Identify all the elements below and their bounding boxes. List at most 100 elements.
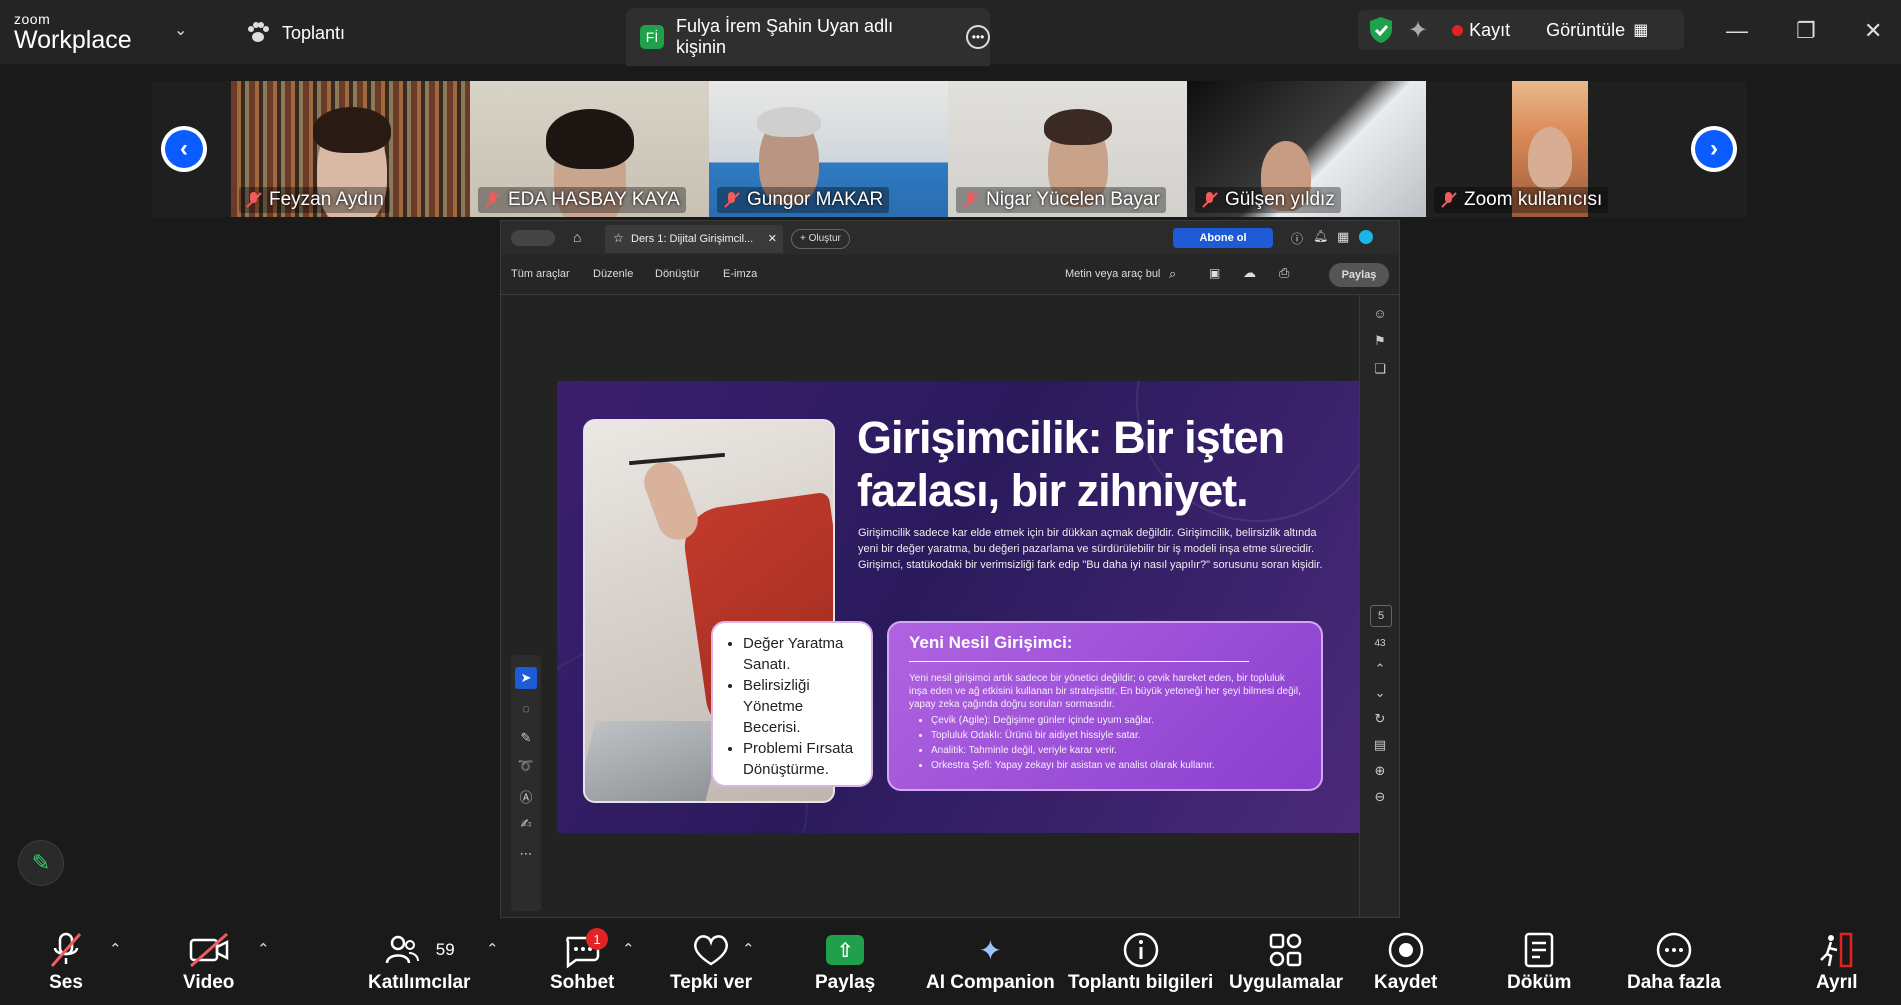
- document-tab[interactable]: ☆ Ders 1: Dijital Girişimcil... ✕: [605, 225, 783, 253]
- participants-options-caret[interactable]: ⌃: [486, 940, 499, 958]
- page-down-icon[interactable]: ⌄: [1370, 683, 1390, 703]
- help-icon[interactable]: ⓘ: [1291, 230, 1303, 247]
- acrobat-tabbar: ⌂ ☆ Ders 1: Dijital Girişimcil... ✕ + Ol…: [501, 221, 1399, 255]
- more-options-icon[interactable]: •••: [966, 25, 990, 49]
- transcript-button[interactable]: Döküm: [1507, 930, 1571, 994]
- page-total: 43: [1374, 637, 1386, 649]
- leave-icon: [1817, 930, 1857, 970]
- chat-unread-badge: 1: [586, 928, 608, 950]
- zoom-out-icon[interactable]: ⊖: [1370, 787, 1390, 807]
- select-cursor-icon[interactable]: ➤: [515, 667, 537, 689]
- document-tab-title: Ders 1: Dijital Girişimcil...: [631, 233, 754, 245]
- share-screen-icon: ⇧: [826, 935, 865, 965]
- tool-convert[interactable]: Dönüştür: [655, 268, 700, 280]
- comments-panel-icon[interactable]: ☺: [1370, 303, 1390, 323]
- pages-icon[interactable]: ❏: [1370, 359, 1390, 379]
- save-icon[interactable]: ▣: [1209, 266, 1220, 280]
- more-tools-icon[interactable]: ⋯: [515, 843, 537, 865]
- close-icon[interactable]: ✕: [1864, 18, 1882, 44]
- pencil-icon[interactable]: ✎: [18, 840, 64, 886]
- page-up-icon[interactable]: ⌃: [1370, 659, 1390, 679]
- participant-tile[interactable]: Nigar Yücelen Bayar: [948, 81, 1187, 217]
- react-options-caret[interactable]: ⌃: [742, 940, 755, 958]
- participant-hair: [757, 107, 821, 137]
- zoom-logo: zoom Workplace: [14, 12, 132, 53]
- minimize-icon[interactable]: —: [1726, 18, 1748, 44]
- profile-avatar[interactable]: [1359, 230, 1373, 244]
- share-button[interactable]: ⇧ Paylaş: [815, 930, 875, 994]
- participant-tile[interactable]: Feyzan Aydın: [231, 81, 470, 217]
- star-icon[interactable]: ☆: [613, 231, 624, 245]
- zoom-in-icon[interactable]: ⊕: [1370, 761, 1390, 781]
- tool-edit[interactable]: Düzenle: [593, 268, 633, 280]
- participant-tile[interactable]: EDA HASBAY KAYA: [470, 81, 709, 217]
- meeting-info-button[interactable]: Toplantı bilgileri: [1068, 930, 1213, 994]
- leave-button[interactable]: Ayrıl: [1816, 930, 1858, 994]
- gallery-next-button[interactable]: ›: [1691, 126, 1737, 172]
- sparkle-icon[interactable]: ✦: [1408, 16, 1428, 45]
- close-tab-icon[interactable]: ✕: [768, 232, 777, 245]
- more-icon: [1655, 930, 1693, 970]
- screen-share-tab[interactable]: Fİ Fulya İrem Şahin Uyan adlı kişinin ••…: [626, 8, 990, 66]
- participant-face: [1528, 127, 1572, 189]
- create-button[interactable]: + Oluştur: [791, 229, 850, 249]
- record-indicator[interactable]: Kayıt: [1452, 20, 1510, 41]
- record-label: Kayıt: [1469, 19, 1511, 40]
- home-icon[interactable]: ⌂: [573, 229, 581, 245]
- shield-check-icon[interactable]: [1368, 16, 1394, 44]
- view-button[interactable]: Görüntüle ▦: [1546, 20, 1648, 41]
- participant-tile[interactable]: Gülşen yıldız: [1187, 81, 1426, 217]
- pen-icon[interactable]: ✎: [515, 727, 537, 749]
- tool-all[interactable]: Tüm araçlar: [511, 268, 570, 280]
- stamp-icon[interactable]: ✍: [515, 813, 537, 835]
- subscribe-button[interactable]: Abone ol: [1173, 228, 1273, 248]
- video-label: Video: [183, 972, 235, 993]
- upload-cloud-icon[interactable]: ☁: [1243, 265, 1256, 281]
- video-options-caret[interactable]: ⌃: [257, 940, 270, 958]
- slide-bullet: Problemi Fırsata Dönüştürme.: [743, 738, 861, 780]
- print-icon[interactable]: ⎙: [1279, 265, 1289, 281]
- rotate-icon[interactable]: ↻: [1370, 709, 1390, 729]
- leave-label: Ayrıl: [1816, 972, 1858, 993]
- search-field[interactable]: Metin veya araç bul: [1065, 268, 1160, 280]
- gallery-prev-button[interactable]: ‹: [161, 126, 207, 172]
- chevron-right-icon: ›: [1695, 130, 1733, 168]
- restore-icon[interactable]: ❐: [1796, 18, 1816, 44]
- search-icon[interactable]: ⌕: [1169, 266, 1176, 282]
- ai-companion-button[interactable]: ✦ AI Companion: [926, 930, 1055, 994]
- apps-grid-icon[interactable]: ▦: [1337, 229, 1349, 245]
- audio-button[interactable]: Ses: [46, 930, 86, 994]
- menu-pill[interactable]: [511, 230, 555, 246]
- acrobat-share-button[interactable]: Paylaş: [1329, 263, 1389, 287]
- bell-icon[interactable]: 🔔︎: [1313, 229, 1328, 243]
- record-button[interactable]: Kaydet: [1374, 930, 1437, 994]
- bookmark-icon[interactable]: ⚑: [1370, 331, 1390, 351]
- comment-icon[interactable]: ◌: [515, 697, 537, 719]
- tool-esign[interactable]: E-imza: [723, 268, 757, 280]
- meeting-menu[interactable]: Toplantı: [246, 22, 345, 44]
- chevron-down-icon[interactable]: ⌄: [174, 20, 187, 40]
- video-button[interactable]: Video: [183, 930, 234, 994]
- more-button[interactable]: Daha fazla: [1627, 930, 1721, 994]
- audio-options-caret[interactable]: ⌃: [109, 940, 122, 958]
- security-cluster: ✦ Kayıt Görüntüle ▦: [1358, 10, 1684, 50]
- page-current[interactable]: 5: [1370, 605, 1392, 627]
- box-title: Yeni Nesil Girişimci:: [909, 633, 1073, 652]
- sparkle-icon: ✦: [978, 934, 1003, 966]
- chevron-left-icon: ‹: [165, 130, 203, 168]
- participant-tile[interactable]: Gungor MAKAR: [709, 81, 948, 217]
- transcript-label: Döküm: [1507, 972, 1572, 993]
- lasso-icon[interactable]: ➰: [515, 755, 537, 777]
- title-bar: zoom Workplace ⌄ Toplantı Fİ Fulya İrem …: [0, 0, 1901, 66]
- box-bullet: Çevik (Agile): Değişime günler içinde uy…: [931, 713, 1301, 728]
- react-button[interactable]: Tepki ver: [670, 930, 752, 994]
- mic-muted-icon: [245, 191, 263, 209]
- chat-options-caret[interactable]: ⌃: [622, 940, 635, 958]
- transcript-icon: [1522, 930, 1556, 970]
- mic-muted-icon: [46, 930, 86, 970]
- participant-tile[interactable]: Zoom kullanıcısı: [1426, 81, 1665, 217]
- participants-button[interactable]: 59 Katılımcılar: [368, 930, 470, 994]
- apps-button[interactable]: Uygulamalar: [1229, 930, 1343, 994]
- extract-page-icon[interactable]: ▤: [1370, 735, 1390, 755]
- text-select-icon[interactable]: Ⓐ: [515, 785, 537, 807]
